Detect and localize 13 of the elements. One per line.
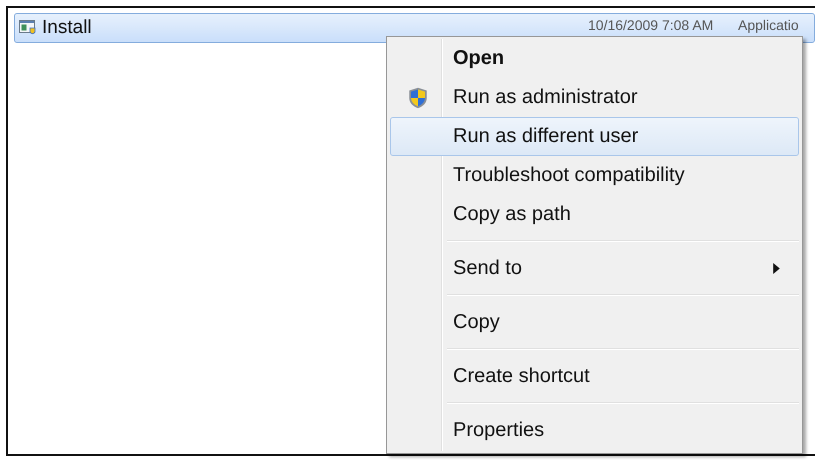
- application-icon: [19, 20, 37, 36]
- menu-item[interactable]: Properties: [390, 411, 799, 450]
- menu-item[interactable]: Create shortcut: [390, 357, 799, 396]
- menu-item[interactable]: Run as different user: [390, 117, 799, 156]
- menu-item[interactable]: Copy as path: [390, 195, 799, 234]
- menu-item[interactable]: Run as administrator: [390, 78, 799, 117]
- menu-item[interactable]: Send to: [390, 249, 799, 288]
- file-name: Install: [42, 17, 93, 39]
- menu-item[interactable]: Copy: [390, 303, 799, 342]
- file-date: 10/16/2009 7:08 AM: [588, 17, 714, 33]
- file-type: Applicatio: [738, 17, 799, 33]
- menu-item[interactable]: Troubleshoot compatibility: [390, 156, 799, 195]
- shield-icon: [408, 86, 428, 110]
